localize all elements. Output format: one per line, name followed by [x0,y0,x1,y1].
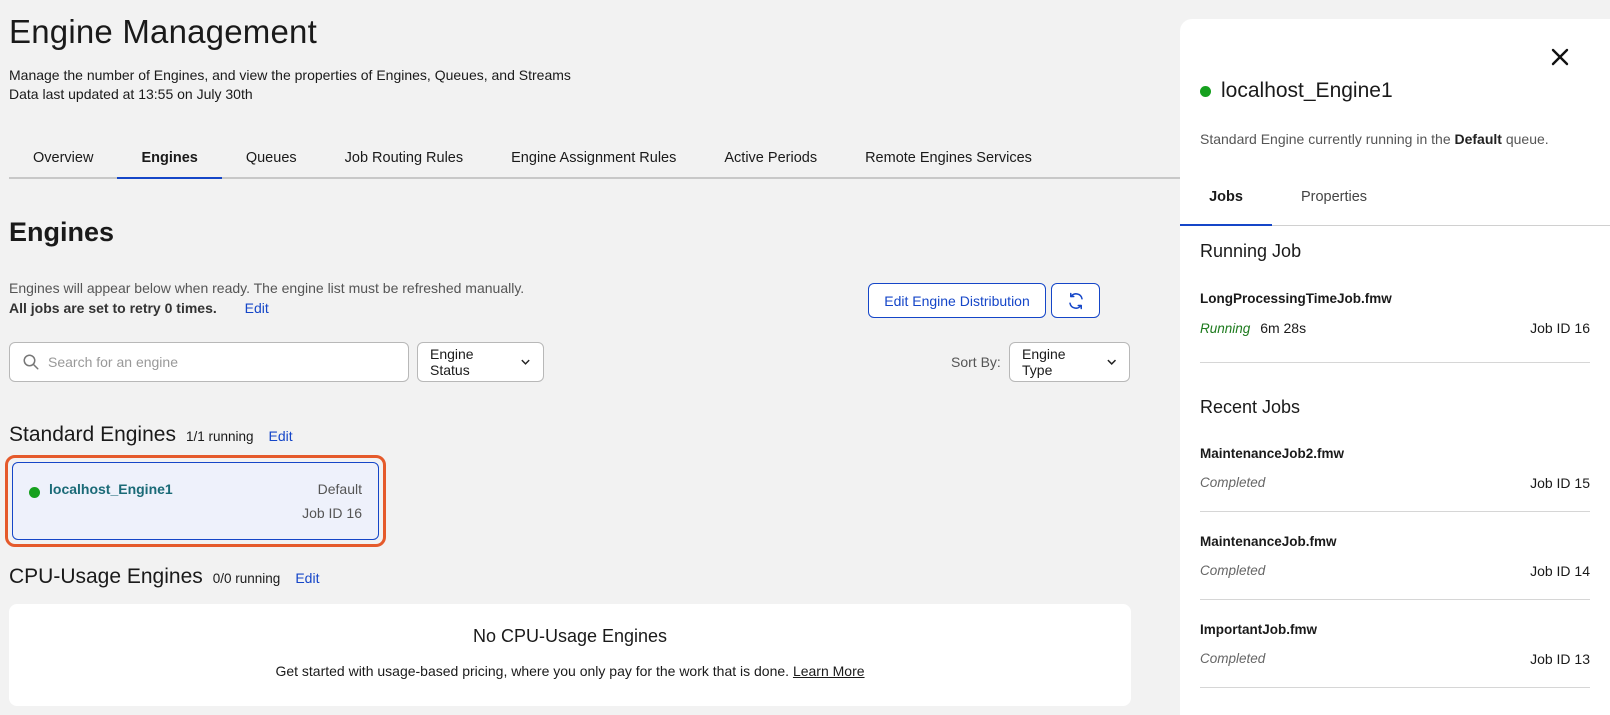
running-job-title: Running Job [1200,241,1302,261]
panel-desc-queue: Default [1454,131,1502,147]
tab-job-routing-rules[interactable]: Job Routing Rules [321,136,488,179]
tab-remote-engines-services[interactable]: Remote Engines Services [841,136,1056,179]
engine-status-label: Engine Status [430,346,474,378]
search-input[interactable] [48,354,388,370]
engine-name: localhost_Engine1 [49,481,173,497]
job-status: Completed [1200,475,1266,490]
job-status: Completed [1200,651,1266,666]
sort-by-value: Engine Type [1022,346,1066,378]
job-status: Completed [1200,563,1266,578]
panel-desc-prefix: Standard Engine currently running in the [1200,131,1451,147]
running-status-dot [1200,85,1211,97]
page-subtitle: Manage the number of Engines, and view t… [9,66,571,104]
search-icon [23,354,39,370]
job-id: Job ID 16 [1530,320,1590,336]
standard-engines-header: Standard Engines 1/1 running Edit [9,423,293,447]
cpu-engines-title: CPU-Usage Engines [9,565,203,588]
tab-jobs[interactable]: Jobs [1180,171,1272,226]
engines-hint-text: Engines will appear below when ready. Th… [9,280,525,296]
divider [1200,511,1590,512]
running-status-dot [29,487,40,498]
engine-detail-panel: localhost_Engine1 Standard Engine curren… [1180,19,1610,715]
panel-desc-suffix: queue. [1505,131,1549,147]
tab-overview[interactable]: Overview [9,136,117,179]
edit-engine-distribution-button[interactable]: Edit Engine Distribution [868,283,1046,318]
main-content: Engine Management Manage the number of E… [5,0,1180,715]
standard-engines-count: 1/1 running [185,429,254,444]
panel-description: Standard Engine currently running in the… [1200,131,1549,147]
divider [1200,362,1590,363]
cpu-engines-edit-link[interactable]: Edit [295,570,319,586]
chevron-down-icon [1106,359,1116,365]
learn-more-link[interactable]: Learn More [793,663,865,679]
cpu-engines-count: 0/0 running [212,571,281,586]
job-name: MaintenanceJob.fmw [1200,534,1337,549]
engines-hint: Engines will appear below when ready. Th… [9,278,524,318]
main-tabs: Overview Engines Queues Job Routing Rule… [9,136,1180,179]
sort-by-select[interactable]: Engine Type [1009,342,1130,382]
empty-state-title: No CPU-Usage Engines [472,626,668,646]
tab-engine-assignment-rules[interactable]: Engine Assignment Rules [487,136,700,179]
recent-jobs-title: Recent Jobs [1200,397,1301,417]
tab-active-periods[interactable]: Active Periods [700,136,841,179]
refresh-icon [1068,292,1083,309]
tab-queues[interactable]: Queues [222,136,321,179]
empty-state-text: Get started with usage-based pricing, wh… [275,663,790,679]
list-item[interactable]: ImportantJob.fmw Completed Job ID 13 [1200,622,1590,688]
job-id: Job ID 14 [1530,563,1590,579]
chevron-down-icon [521,359,530,365]
close-icon[interactable] [1548,45,1572,69]
list-item[interactable]: MaintenanceJob.fmw Completed Job ID 14 [1200,534,1590,600]
job-status: Running [1200,321,1251,336]
standard-engines-edit-link[interactable]: Edit [269,428,293,444]
tab-properties[interactable]: Properties [1272,171,1396,225]
engine-status-filter[interactable]: Engine Status [417,342,544,382]
engines-section-title: Engines [9,217,115,247]
standard-engines-title: Standard Engines [9,423,176,446]
page-title: Engine Management [9,13,317,50]
cpu-engines-empty-state: No CPU-Usage Engines Get started with us… [9,604,1131,706]
job-name: MaintenanceJob2.fmw [1200,446,1345,461]
tab-engines[interactable]: Engines [117,136,222,179]
divider [1200,687,1590,688]
last-updated: Data last updated at 13:55 on July 30th [9,86,253,102]
running-job-item[interactable]: LongProcessingTimeJob.fmw Running 6m 28s… [1200,291,1590,363]
engine-job-id: Job ID 16 [302,505,362,521]
panel-tabs: Jobs Properties [1180,171,1610,226]
job-name: LongProcessingTimeJob.fmw [1200,291,1392,306]
divider [1200,599,1590,600]
job-id: Job ID 15 [1530,475,1590,491]
engine-card-highlight: localhost_Engine1 Default Job ID 16 [5,455,386,547]
panel-engine-name: localhost_Engine1 [1221,79,1393,102]
panel-title: localhost_Engine1 [1200,79,1393,103]
retry-note: All jobs are set to retry 0 times. [9,300,217,316]
engine-card[interactable]: localhost_Engine1 Default Job ID 16 [12,462,379,540]
job-name: ImportantJob.fmw [1200,622,1317,637]
list-item[interactable]: MaintenanceJob2.fmw Completed Job ID 15 [1200,446,1590,512]
sort-by-label: Sort By: [951,354,1001,370]
cpu-engines-header: CPU-Usage Engines 0/0 running Edit [9,565,319,589]
job-id: Job ID 13 [1530,651,1590,667]
engine-search[interactable] [9,342,409,382]
empty-state-description: Get started with usage-based pricing, wh… [9,663,1131,679]
engine-queue: Default [317,481,362,497]
refresh-button[interactable] [1051,283,1100,318]
subtitle-description: Manage the number of Engines, and view t… [9,67,571,83]
job-duration: 6m 28s [1260,320,1307,336]
retry-edit-link[interactable]: Edit [245,300,269,316]
